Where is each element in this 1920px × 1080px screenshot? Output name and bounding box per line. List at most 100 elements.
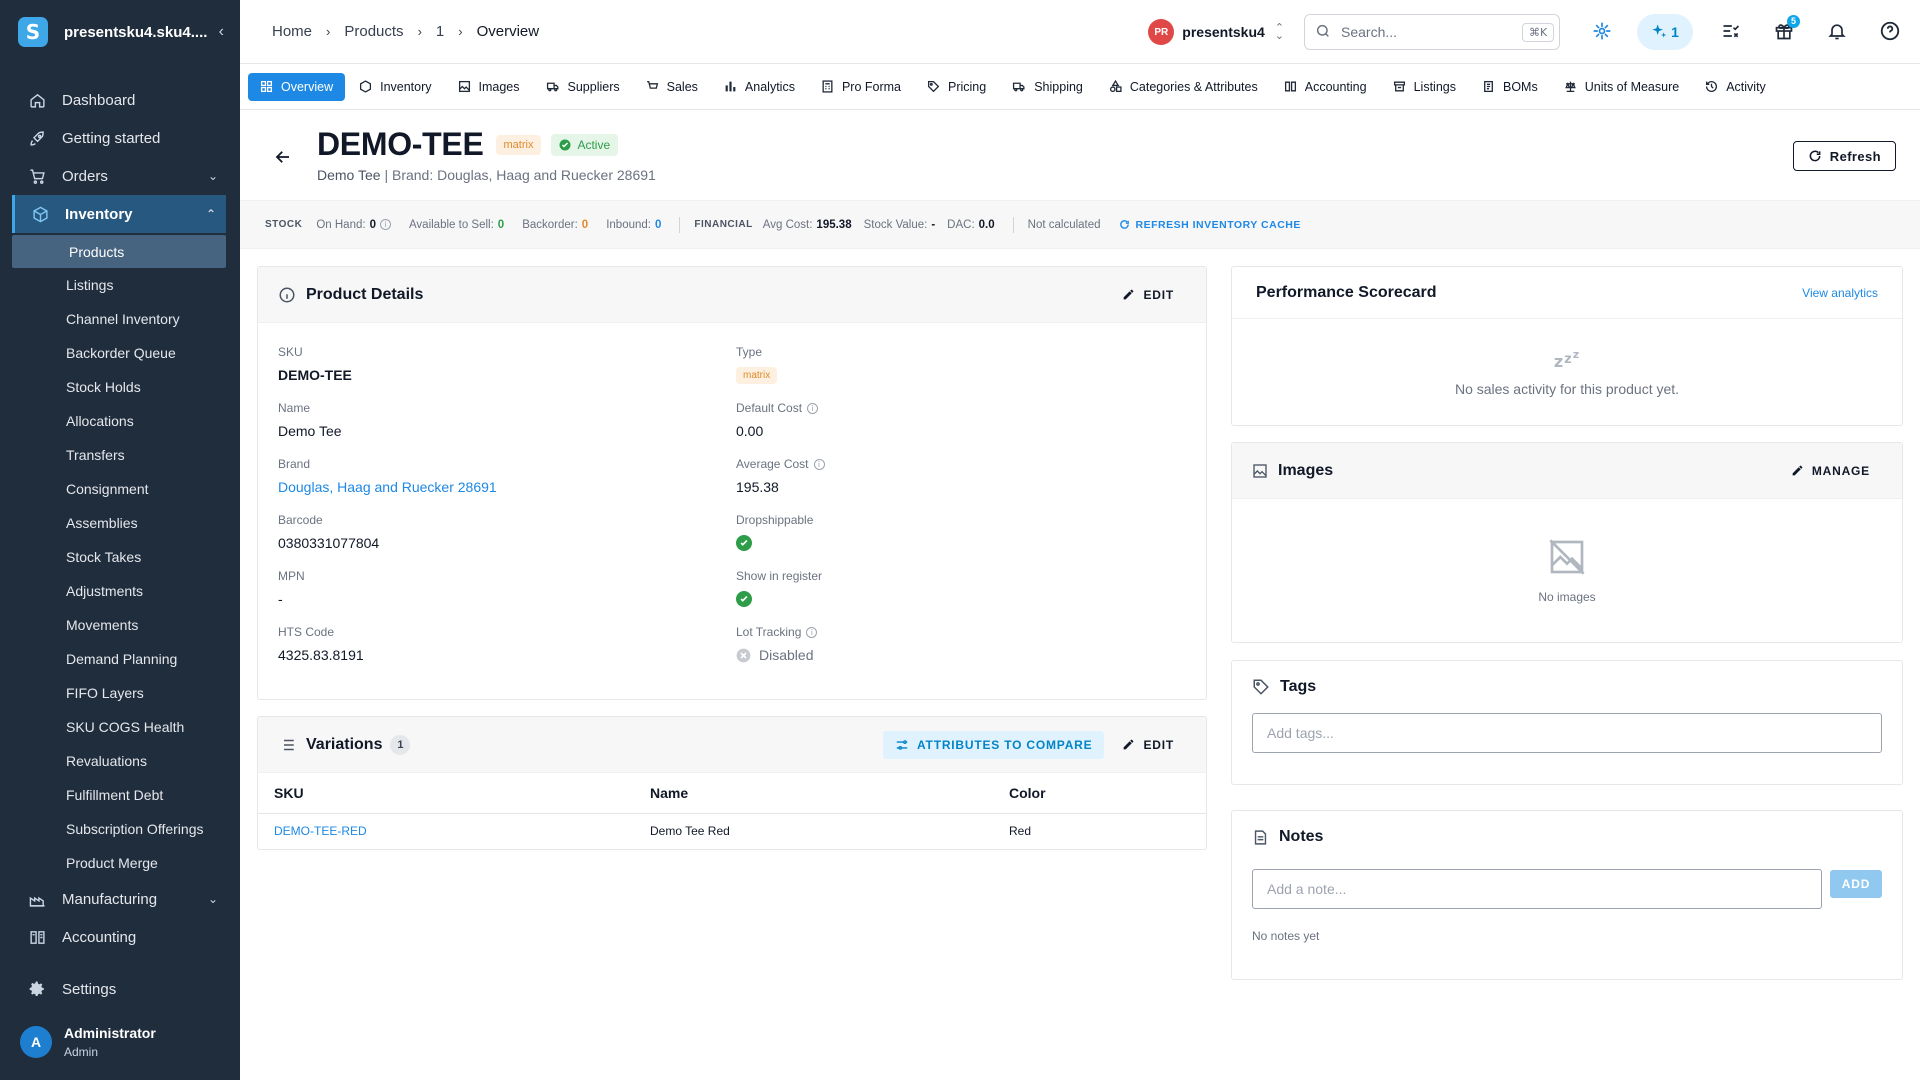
sidebar-subitem-backorder-queue[interactable]: Backorder Queue xyxy=(0,336,240,370)
add-note-button[interactable]: ADD xyxy=(1830,870,1882,898)
card-header: Tags xyxy=(1232,661,1902,713)
sidebar-subitem-adjustments[interactable]: Adjustments xyxy=(0,574,240,608)
sidebar-subitem-allocations[interactable]: Allocations xyxy=(0,404,240,438)
tab-pricing[interactable]: Pricing xyxy=(915,73,998,101)
sidebar-item-inventory[interactable]: Inventory ⌃ xyxy=(12,195,226,233)
product-subtitle: Demo Tee | Brand: Douglas, Haag and Ruec… xyxy=(317,167,656,183)
tab-overview[interactable]: Overview xyxy=(248,72,346,101)
account-avatar: PR xyxy=(1148,19,1175,45)
ai-assistant-button[interactable]: 1 xyxy=(1637,14,1693,50)
breadcrumb-products[interactable]: Products xyxy=(344,23,403,40)
sidebar-subitem-fulfillment-debt[interactable]: Fulfillment Debt xyxy=(0,778,240,812)
tab-pro-forma[interactable]: Pro Forma xyxy=(809,73,913,101)
tasks-button[interactable] xyxy=(1713,14,1749,50)
help-button[interactable] xyxy=(1872,14,1908,50)
sidebar-subitem-assemblies[interactable]: Assemblies xyxy=(0,506,240,540)
tab-boms[interactable]: BOMs xyxy=(1470,73,1550,101)
column-header-color[interactable]: Color xyxy=(993,773,1206,814)
stat-backorder: Backorder: 0 xyxy=(522,219,588,231)
sidebar-subitem-listings[interactable]: Listings xyxy=(0,268,240,302)
sidebar-subitem-revaluations[interactable]: Revaluations xyxy=(0,744,240,778)
sidebar-subitem-subscription-offerings[interactable]: Subscription Offerings xyxy=(0,812,240,846)
sidebar-subitem-transfers[interactable]: Transfers xyxy=(0,438,240,472)
tab-activity[interactable]: Activity xyxy=(1693,73,1778,101)
sidebar-item-label: Inventory xyxy=(65,205,133,223)
integrations-button[interactable] xyxy=(1584,14,1620,50)
sidebar-subitem-consignment[interactable]: Consignment xyxy=(0,472,240,506)
user-profile[interactable]: A Administrator Admin xyxy=(0,1004,240,1080)
table-row[interactable]: DEMO-TEE-RED Demo Tee Red Red xyxy=(258,813,1206,849)
sidebar-item-orders[interactable]: Orders ⌄ xyxy=(0,157,240,195)
tab-images[interactable]: Images xyxy=(446,73,532,101)
stat-value: 0 xyxy=(369,218,376,231)
column-header-sku[interactable]: SKU xyxy=(258,773,634,814)
factory-icon xyxy=(26,888,48,910)
card-title: Variations xyxy=(306,735,383,753)
add-tags-input[interactable]: Add tags... xyxy=(1252,713,1882,753)
sidebar-subitem-product-merge[interactable]: Product Merge xyxy=(0,846,240,880)
breadcrumb-home[interactable]: Home xyxy=(272,23,312,40)
sidebar-subitem-stock-holds[interactable]: Stock Holds xyxy=(0,370,240,404)
sidebar-item-manufacturing[interactable]: Manufacturing ⌄ xyxy=(0,880,240,918)
attributes-to-compare-button[interactable]: ATTRIBUTES TO COMPARE xyxy=(882,730,1105,759)
whats-new-button[interactable]: 5 xyxy=(1766,14,1802,50)
truck-icon xyxy=(546,80,560,93)
tab-suppliers[interactable]: Suppliers xyxy=(534,73,632,101)
back-arrow-icon[interactable] xyxy=(274,148,292,169)
info-icon[interactable]: i xyxy=(379,219,391,230)
search-box[interactable]: ⌘K xyxy=(1304,14,1560,50)
refresh-button[interactable]: Refresh xyxy=(1792,141,1896,171)
tab-units-of-measure[interactable]: Units of Measure xyxy=(1552,73,1691,101)
sidebar-item-dashboard[interactable]: Dashboard xyxy=(0,81,240,119)
org-name[interactable]: presentsku4.sku4.... xyxy=(64,24,219,41)
sidebar-subitem-movements[interactable]: Movements xyxy=(0,608,240,642)
dashboard-icon xyxy=(260,80,273,93)
breadcrumb-product-id[interactable]: 1 xyxy=(436,23,444,40)
top-bar: Home › Products › 1 › Overview PR presen… xyxy=(240,0,1920,64)
brand-link[interactable]: Douglas, Haag and Ruecker 28691 xyxy=(278,479,497,495)
sidebar-item-settings[interactable]: Settings xyxy=(0,970,240,1008)
tab-label: Categories & Attributes xyxy=(1129,79,1258,94)
sidebar-subitem-demand-planning[interactable]: Demand Planning xyxy=(0,642,240,676)
tab-analytics[interactable]: Analytics xyxy=(712,73,807,101)
tab-shipping[interactable]: Shipping xyxy=(1000,73,1095,101)
info-icon[interactable]: i xyxy=(813,458,825,470)
sidebar-item-getting-started[interactable]: Getting started xyxy=(0,119,240,157)
collapse-sidebar-icon[interactable]: ‹ xyxy=(219,23,224,41)
edit-details-button[interactable]: EDIT xyxy=(1122,288,1174,302)
notifications-button[interactable] xyxy=(1819,14,1855,50)
stat-label: On Hand: xyxy=(316,218,366,231)
tab-sales[interactable]: Sales xyxy=(634,73,710,101)
tab-inventory[interactable]: Inventory xyxy=(347,73,443,101)
tab-categories-attributes[interactable]: Categories & Attributes xyxy=(1097,73,1270,101)
sidebar-item-label: Manufacturing xyxy=(62,890,158,908)
search-input[interactable] xyxy=(1341,24,1522,40)
account-switcher[interactable]: PR presentsku4 ⌃ ⌄ xyxy=(1148,19,1284,45)
variations-table: SKU Name Color DEMO-TEE-RED Demo Tee Red… xyxy=(258,773,1206,849)
add-note-input[interactable]: Add a note... xyxy=(1252,869,1822,909)
tab-accounting[interactable]: Accounting xyxy=(1272,73,1379,101)
tab-label: Listings xyxy=(1413,79,1456,94)
pencil-icon xyxy=(1124,289,1134,300)
check-circle-icon xyxy=(736,591,752,607)
sidebar-subitem-sku-cogs-health[interactable]: SKU COGS Health xyxy=(0,710,240,744)
edit-variations-button[interactable]: EDIT xyxy=(1122,738,1174,752)
cube-icon xyxy=(29,203,51,225)
manage-images-button[interactable]: MANAGE xyxy=(1791,464,1870,478)
view-analytics-link[interactable]: View analytics xyxy=(1802,286,1878,300)
column-header-name[interactable]: Name xyxy=(634,773,993,814)
sidebar-item-accounting[interactable]: Accounting xyxy=(0,918,240,956)
refresh-label: Refresh xyxy=(1829,148,1881,164)
info-icon[interactable]: i xyxy=(806,626,818,638)
stat-label: Inbound: xyxy=(606,218,651,231)
sidebar-item-label: Getting started xyxy=(62,129,161,147)
tab-label: Inventory xyxy=(380,79,432,94)
sidebar-subitem-stock-takes[interactable]: Stock Takes xyxy=(0,540,240,574)
sidebar-subitem-fifo-layers[interactable]: FIFO Layers xyxy=(0,676,240,710)
info-icon[interactable]: i xyxy=(807,402,819,414)
variation-sku-link[interactable]: DEMO-TEE-RED xyxy=(258,813,634,849)
sidebar-subitem-products[interactable]: Products xyxy=(12,235,226,268)
refresh-inventory-cache-link[interactable]: REFRESH INVENTORY CACHE xyxy=(1119,219,1301,231)
tab-listings[interactable]: Listings xyxy=(1381,73,1468,101)
sidebar-subitem-channel-inventory[interactable]: Channel Inventory xyxy=(0,302,240,336)
